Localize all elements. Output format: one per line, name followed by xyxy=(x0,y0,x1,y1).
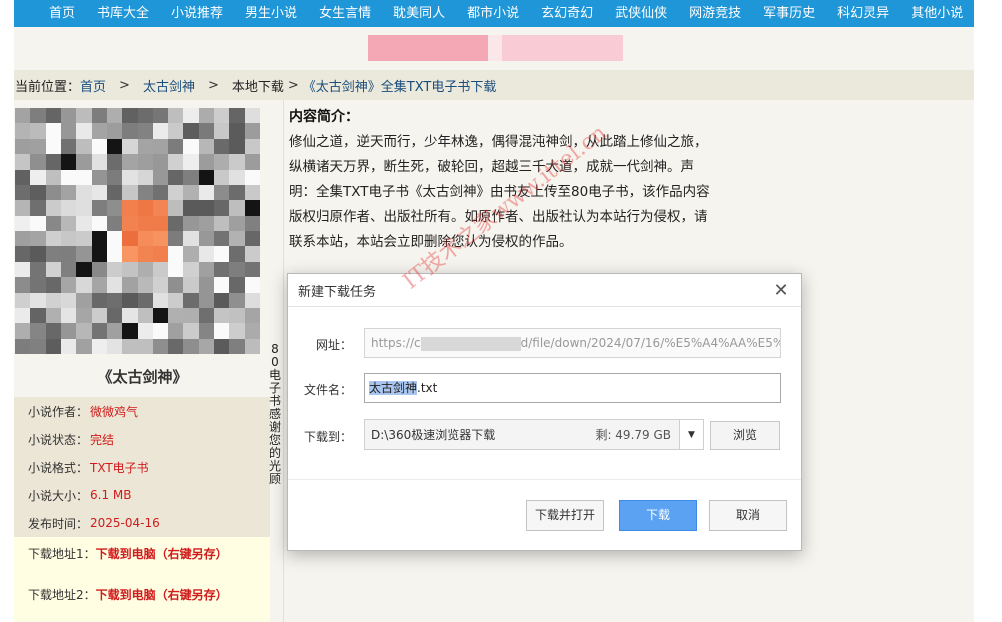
breadcrumb-separator: > xyxy=(287,77,299,93)
dialog-title: 新建下载任务 xyxy=(298,284,377,300)
top-nav: 首页 书库大全 小说推荐 男生小说 女生言情 耽美同人 都市小说 玄幻奇幻 武侠… xyxy=(14,0,974,27)
download-links: 下载地址1：下载到电脑（右键另存） 下载地址2：下载到电脑（右键另存） xyxy=(14,537,270,622)
intro-section: 内容简介： 修仙之道，逆天而行，少年林逸，偶得混沌神剑，从此踏上修仙之旅，纵横诸… xyxy=(289,106,719,255)
info-status: 小说状态： 完结 xyxy=(14,425,270,453)
info-label: 小说格式： xyxy=(28,460,89,475)
download-link[interactable]: 下载到电脑（右键另存） xyxy=(96,547,228,561)
save-path: D:\360极速浏览器下载 xyxy=(371,428,496,442)
info-value: 完结 xyxy=(90,432,115,447)
info-label: 发布时间： xyxy=(28,516,89,531)
filename-ext: .txt xyxy=(417,381,438,395)
nav-recommend[interactable]: 小说推荐 xyxy=(160,0,234,27)
nav-danmei[interactable]: 耽美同人 xyxy=(382,0,456,27)
breadcrumb-home[interactable]: 首页 xyxy=(80,76,106,95)
column-divider xyxy=(283,100,284,622)
info-value[interactable]: 微微鸡气 xyxy=(90,403,138,420)
download-label: 下载地址2： xyxy=(28,588,96,602)
url-label: 网址： xyxy=(315,338,352,352)
chevron-down-icon[interactable]: ▼ xyxy=(679,420,703,449)
intro-title: 内容简介： xyxy=(289,109,359,125)
cancel-button[interactable]: 取消 xyxy=(709,500,787,531)
book-info: 小说作者： 微微鸡气 小说状态： 完结 小说格式： TXT电子书 小说大小： 6… xyxy=(14,397,270,537)
nav-home[interactable]: 首页 xyxy=(14,0,86,27)
nav-fantasy[interactable]: 玄幻奇幻 xyxy=(530,0,604,27)
save-path-select[interactable]: D:\360极速浏览器下载 剩: 49.79 GB ▼ xyxy=(364,419,704,450)
banner-ad[interactable] xyxy=(368,35,623,61)
dialog-separator xyxy=(288,479,801,480)
url-suffix: d/file/down/2024/07/16/%E5%A4%AA%E5% xyxy=(520,336,781,350)
nav-library[interactable]: 书库大全 xyxy=(86,0,160,27)
intro-text: 修仙之道，逆天而行，少年林逸，偶得混沌神剑，从此踏上修仙之旅，纵横诸天万界，断生… xyxy=(289,134,710,250)
info-value: TXT电子书 xyxy=(90,460,149,475)
download-link-2: 下载地址2：下载到电脑（右键另存） xyxy=(28,586,228,603)
download-link[interactable]: 下载到电脑（右键另存） xyxy=(96,588,228,602)
download-button[interactable]: 下载 xyxy=(619,500,697,531)
info-date: 发布时间： 2025-04-16 xyxy=(14,509,270,537)
info-value: 2025-04-16 xyxy=(90,516,160,530)
breadcrumb-separator: > xyxy=(119,77,130,93)
saveto-label: 下载到： xyxy=(303,430,352,444)
info-size: 小说大小： 6.1 MB xyxy=(14,481,270,509)
nav-military[interactable]: 军事历史 xyxy=(752,0,826,27)
book-cover[interactable] xyxy=(15,108,260,354)
download-label: 下载地址1： xyxy=(28,547,96,561)
download-dialog: 新建下载任务 ✕ 网址： https://c d/file/down/2024/0… xyxy=(287,273,802,551)
download-open-button[interactable]: 下载并打开 xyxy=(526,500,604,531)
breadcrumb-section: 本地下载 xyxy=(231,79,284,95)
side-thanks: 80电子书感谢您的光顾 xyxy=(268,342,281,486)
book-title: 《太古剑神》 xyxy=(97,368,188,386)
info-format: 小说格式： TXT电子书 xyxy=(14,453,270,481)
free-space: 剩: 49.79 GB xyxy=(595,428,671,442)
close-icon[interactable]: ✕ xyxy=(771,280,791,301)
info-label: 小说大小： xyxy=(28,488,89,503)
nav-game[interactable]: 网游竞技 xyxy=(678,0,752,27)
breadcrumb: 当前位置： 首页 > 太古剑神 > 本地下载 > 《太古剑神》全集TXT电子书下… xyxy=(14,70,974,100)
nav-other[interactable]: 其他小说 xyxy=(900,0,974,27)
url-redacted xyxy=(420,336,521,351)
browse-button[interactable]: 浏览 xyxy=(710,421,780,450)
breadcrumb-category[interactable]: 太古剑神 xyxy=(143,76,195,95)
url-field[interactable]: https://c d/file/down/2024/07/16/%E5%A4%A… xyxy=(364,328,781,358)
url-prefix: https://c xyxy=(371,336,421,350)
filename-selected: 太古剑神 xyxy=(369,381,418,395)
filename-field[interactable]: 太古剑神.txt xyxy=(364,373,781,403)
nav-female[interactable]: 女生言情 xyxy=(308,0,382,27)
breadcrumb-current[interactable]: 《太古剑神》全集TXT电子书下载 xyxy=(303,76,497,95)
info-author: 小说作者： 微微鸡气 xyxy=(14,397,270,425)
info-label: 小说状态： xyxy=(28,432,89,447)
info-value: 6.1 MB xyxy=(90,488,132,502)
filename-label: 文件名： xyxy=(303,383,352,397)
dialog-header: 新建下载任务 ✕ xyxy=(288,274,801,307)
breadcrumb-separator: > xyxy=(207,77,219,93)
nav-male[interactable]: 男生小说 xyxy=(234,0,308,27)
nav-scifi[interactable]: 科幻灵异 xyxy=(826,0,900,27)
nav-urban[interactable]: 都市小说 xyxy=(456,0,530,27)
info-label: 小说作者： xyxy=(28,404,89,419)
breadcrumb-prefix: 当前位置： xyxy=(15,79,81,95)
download-link-1: 下载地址1：下载到电脑（右键另存） xyxy=(28,545,228,562)
nav-wuxia[interactable]: 武侠仙侠 xyxy=(604,0,678,27)
